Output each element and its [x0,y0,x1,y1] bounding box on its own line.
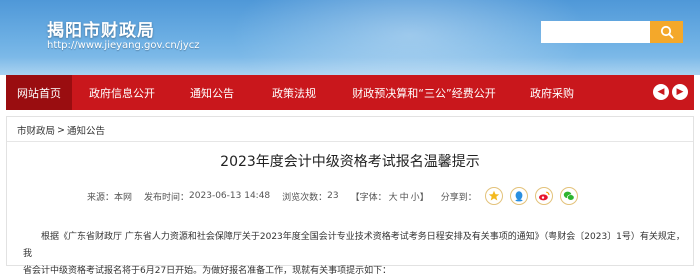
views-label: 浏览次数： [282,192,328,203]
nav-next-button[interactable]: ▶ [672,84,688,100]
nav-item-policies[interactable]: 政策法规 [252,75,336,110]
chevron-left-icon: ◀ [657,86,665,97]
nav-item-home[interactable]: 网站首页 [6,75,72,110]
chevron-right-icon: ▶ [676,86,684,97]
font-size-small[interactable]: 小 [411,190,420,203]
article-meta: 来源： 本网 发布时间： 2023-06-13 14:48 浏览次数： 23 【… [87,187,578,205]
nav-item-procurement[interactable]: 政府采购 [512,75,592,110]
qq-icon [515,191,523,202]
nav-arrows: ◀ ▶ [653,84,688,100]
share-qq-button[interactable] [509,187,528,205]
article-body: 根据《广东省财政厅 广东省人力资源和社会保障厅关于2023年度全国会计专业技术资… [23,229,685,280]
date-value: 2023-06-13 14:48 [189,191,271,201]
nav-item-budget[interactable]: 财政预决算和“三公”经费公开 [336,75,512,110]
font-size-label: 【字体： [350,192,387,203]
share-label: 分享到： [440,192,477,203]
article-paragraph-line-1: 根据《广东省财政厅 广东省人力资源和社会保障厅关于2023年度全国会计专业技术资… [23,232,685,259]
source-value: 本网 [114,192,133,203]
weibo-icon [538,191,550,201]
article-title: 2023年度会计中级资格考试报名温馨提示 [220,154,480,170]
site-url: http://www.jieyang.gov.cn/jycz [47,40,200,51]
article-paragraph-line-2: 省会计中级资格考试报名将于6月27日开始。为做好报名准备工作，现就有关事项提示如… [23,266,392,276]
breadcrumb-link-notices[interactable]: 通知公告 [67,123,105,137]
wechat-icon [563,191,575,201]
header-skyline [0,57,700,75]
font-size-medium[interactable]: 中 [400,190,409,203]
site-title[interactable]: 揭阳市财政局 [47,16,155,41]
nav-prev-button[interactable]: ◀ [653,84,669,100]
breadcrumb: 市财政局 > 通知公告 [17,123,105,138]
source-label: 来源： [87,192,115,203]
search-icon [660,25,674,39]
views-value: 23 [327,191,339,201]
nav-item-notices[interactable]: 通知公告 [172,75,252,110]
font-size-large[interactable]: 大 [389,190,398,203]
content-panel: 市财政局 > 通知公告 2023年度会计中级资格考试报名温馨提示 来源： 本网 … [6,116,694,276]
breadcrumb-divider [7,141,693,142]
share-qzone-button[interactable] [484,187,503,205]
breadcrumb-separator: > [57,124,65,136]
share-icons [484,187,578,205]
share-weibo-button[interactable] [534,187,553,205]
breadcrumb-link-bureau[interactable]: 市财政局 [17,123,55,137]
search-input[interactable] [541,21,650,43]
search-button[interactable] [650,21,683,43]
font-size-end: 】 [419,192,429,203]
main-nav: 网站首页 政府信息公开 通知公告 政策法规 财政预决算和“三公”经费公开 政府采… [6,75,694,110]
share-wechat-button[interactable] [559,187,578,205]
date-label: 发布时间： [144,192,190,203]
site-header: 揭阳市财政局 http://www.jieyang.gov.cn/jycz [0,0,700,75]
nav-item-gov-info[interactable]: 政府信息公开 [72,75,172,110]
qzone-icon [488,190,499,201]
